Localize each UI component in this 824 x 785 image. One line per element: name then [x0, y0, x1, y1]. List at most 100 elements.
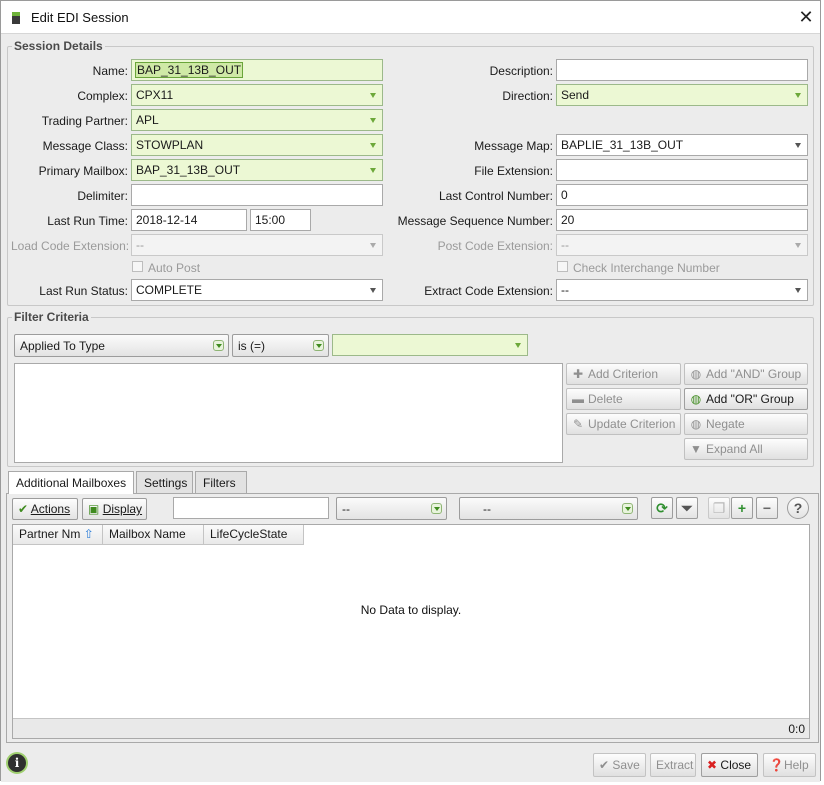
tab-additional-mailboxes[interactable]: Additional Mailboxes — [8, 471, 134, 494]
column-header-partner-nm[interactable]: Partner Nm ⇧ — [13, 525, 103, 545]
funnel-filter-icon[interactable]: ⏷ — [676, 497, 698, 519]
file-extension-label: File Extension: — [474, 164, 553, 178]
chevron-down-icon — [370, 168, 376, 173]
chevron-down-icon — [370, 143, 376, 148]
close-window-icon[interactable]: ✕ — [796, 7, 816, 27]
save-label: Save — [612, 758, 640, 772]
auto-post-label: Auto Post — [148, 261, 201, 275]
mailboxes-grid: Partner Nm ⇧ Mailbox Name LifeCycleState… — [12, 524, 810, 739]
post-code-extension-select[interactable]: -- — [556, 234, 808, 256]
close-button[interactable]: ✖ Close — [701, 753, 758, 777]
post-code-extension-value: -- — [561, 238, 569, 252]
display-icon: ▣ — [88, 502, 100, 516]
toolbar-filter-2-value: -- — [483, 502, 491, 516]
extract-code-extension-value: -- — [561, 283, 569, 297]
last-control-number-field[interactable]: 0 — [556, 184, 808, 206]
extract-button[interactable]: Extract — [650, 753, 696, 777]
search-input[interactable] — [173, 497, 329, 519]
actions-label: Actions — [30, 502, 71, 516]
delimiter-field[interactable] — [131, 184, 383, 206]
or-group-icon: ◍ — [690, 392, 702, 406]
toolbar-filter-1-select[interactable]: -- — [336, 497, 447, 520]
help-question-icon[interactable]: ? — [787, 497, 809, 519]
name-field[interactable]: BAP_31_13B_OUT — [131, 59, 383, 81]
toolbar-filter-1-value: -- — [342, 502, 350, 516]
name-value: BAP_31_13B_OUT — [134, 62, 244, 78]
last-run-status-value: COMPLETE — [136, 283, 203, 297]
name-label: Name: — [92, 64, 128, 78]
message-sequence-number-field[interactable]: 20 — [556, 209, 808, 231]
help-label: Help — [783, 758, 809, 772]
add-criterion-button[interactable]: ✚ Add Criterion — [566, 363, 681, 385]
update-criterion-button[interactable]: ✎ Update Criterion — [566, 413, 681, 435]
expand-all-button[interactable]: ▼ Expand All — [684, 438, 808, 460]
chevron-down-icon — [370, 93, 376, 98]
column-header-mailbox-name[interactable]: Mailbox Name — [103, 525, 204, 545]
last-run-date-field[interactable]: 2018-12-14 — [131, 209, 247, 231]
filter-field-select[interactable]: Applied To Type — [14, 334, 229, 357]
minus-icon: ▬ — [572, 392, 584, 406]
copy-icon[interactable]: ❐ — [708, 497, 730, 519]
save-button[interactable]: ✔ Save — [593, 753, 646, 777]
complex-label: Complex: — [77, 89, 128, 103]
session-details-legend: Session Details — [12, 39, 105, 53]
last-run-status-select[interactable]: COMPLETE — [131, 279, 383, 301]
chevron-down-icon — [795, 288, 801, 293]
last-run-date-value: 2018-12-14 — [136, 213, 198, 227]
check-icon: ✔ — [599, 758, 610, 772]
primary-mailbox-select[interactable]: BAP_31_13B_OUT — [131, 159, 383, 181]
complex-value: CPX11 — [136, 88, 174, 102]
load-code-extension-value: -- — [136, 238, 144, 252]
tab-filters[interactable]: Filters — [195, 471, 247, 493]
title-bar: Edit EDI Session ✕ — [1, 1, 820, 34]
refresh-icon[interactable]: ⟳ — [651, 497, 673, 519]
file-extension-field[interactable] — [556, 159, 808, 181]
toolbar-filter-2-select[interactable]: -- — [459, 497, 638, 520]
load-code-extension-select[interactable]: -- — [131, 234, 383, 256]
chevron-down-icon — [795, 243, 801, 248]
description-field[interactable] — [556, 59, 808, 81]
negate-icon: ◍ — [690, 417, 702, 431]
delete-criterion-label: Delete — [588, 392, 623, 406]
add-or-group-button[interactable]: ◍ Add "OR" Group — [684, 388, 808, 410]
info-icon[interactable]: i — [8, 754, 26, 772]
filter-criteria-list[interactable] — [14, 363, 563, 463]
check-interchange-checkbox[interactable] — [557, 261, 568, 272]
triangle-down-icon: ▼ — [690, 442, 702, 456]
delete-criterion-button[interactable]: ▬ Delete — [566, 388, 681, 410]
message-class-select[interactable]: STOWPLAN — [131, 134, 383, 156]
filter-value-select[interactable] — [332, 334, 528, 356]
dropdown-icon — [213, 340, 224, 351]
message-sequence-number-label: Message Sequence Number: — [397, 214, 553, 228]
update-criterion-label: Update Criterion — [588, 417, 676, 431]
extract-code-extension-select[interactable]: -- — [556, 279, 808, 301]
last-control-number-label: Last Control Number: — [438, 189, 553, 203]
app-icon — [12, 12, 20, 24]
dropdown-icon — [622, 503, 633, 514]
trading-partner-label: Trading Partner: — [41, 114, 128, 128]
negate-button[interactable]: ◍ Negate — [684, 413, 808, 435]
direction-select[interactable]: Send — [556, 84, 808, 106]
help-button[interactable]: ❓Help — [763, 753, 816, 777]
tab-settings[interactable]: Settings — [136, 471, 193, 493]
help-icon: ❓ — [769, 758, 784, 772]
sort-ascending-icon: ⇧ — [83, 527, 94, 541]
chevron-down-icon — [515, 343, 521, 348]
filter-criteria-legend: Filter Criteria — [12, 310, 91, 324]
message-class-label: Message Class: — [42, 139, 128, 153]
trading-partner-select[interactable]: APL — [131, 109, 383, 131]
remove-row-icon[interactable]: − — [756, 497, 778, 519]
message-map-value: BAPLIE_31_13B_OUT — [561, 138, 684, 152]
actions-button[interactable]: ✔ Actions — [12, 498, 78, 520]
column-header-lifecyclestate[interactable]: LifeCycleState — [204, 525, 304, 545]
post-code-extension-label: Post Code Extension: — [437, 239, 553, 253]
last-run-time-field[interactable]: 15:00 — [250, 209, 311, 231]
display-button[interactable]: ▣ Display — [82, 498, 147, 520]
auto-post-checkbox[interactable] — [132, 261, 143, 272]
add-row-icon[interactable]: + — [731, 497, 753, 519]
dialog-footer — [1, 746, 820, 782]
filter-operator-select[interactable]: is (=) — [232, 334, 329, 357]
add-and-group-button[interactable]: ◍ Add "AND" Group — [684, 363, 808, 385]
message-map-select[interactable]: BAPLIE_31_13B_OUT — [556, 134, 808, 156]
complex-select[interactable]: CPX11 — [131, 84, 383, 106]
